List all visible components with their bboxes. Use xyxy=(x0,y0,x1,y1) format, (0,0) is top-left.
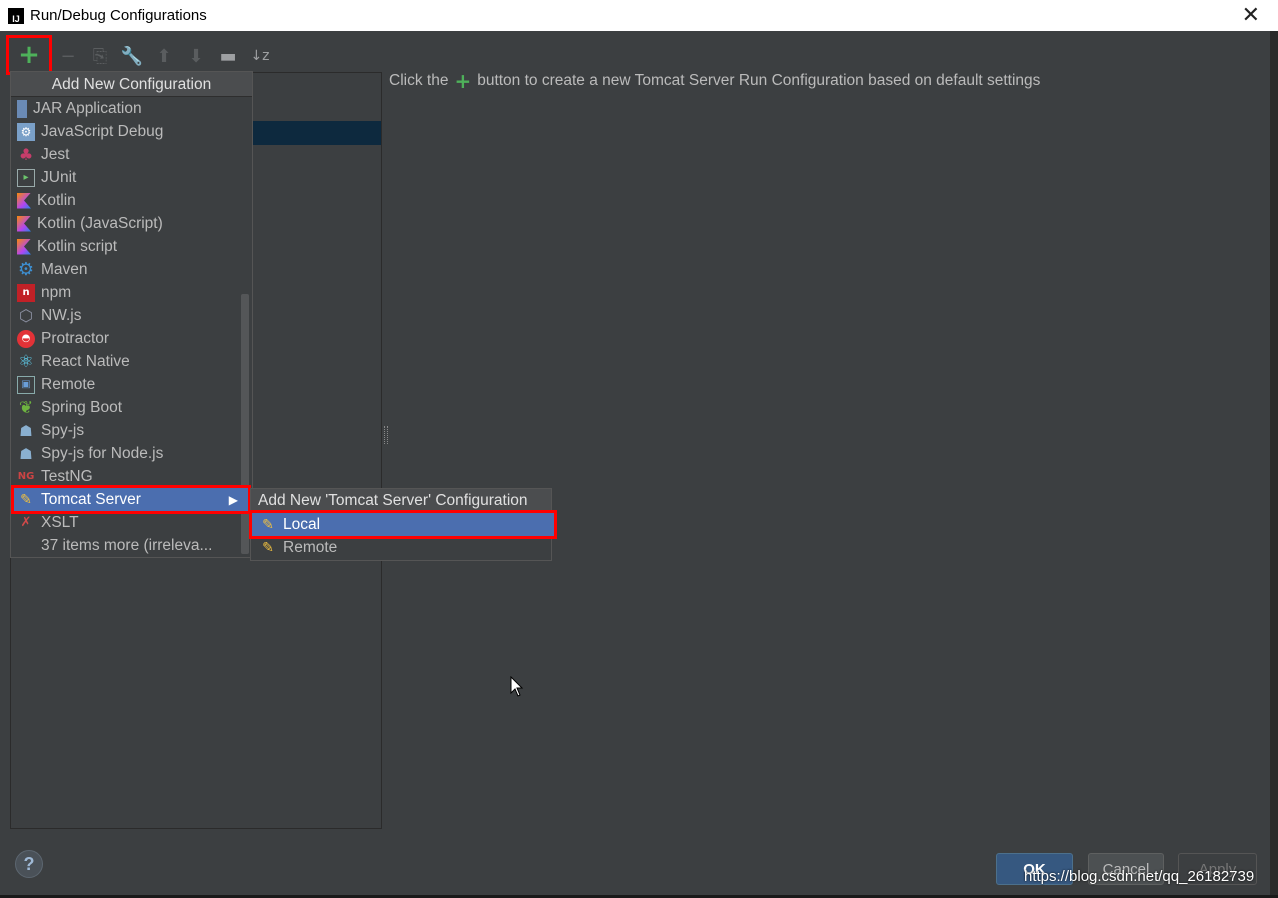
tomcat-icon: ✎ xyxy=(20,491,32,508)
submenu-arrow-icon: ▶ xyxy=(228,492,238,507)
menu-item-npm[interactable]: n npm xyxy=(11,281,252,304)
xslt-icon: ✗ xyxy=(20,515,32,530)
menu-item-jar-application[interactable]: JAR Application xyxy=(11,97,252,120)
spring-boot-icon: ❦ xyxy=(18,397,34,418)
move-down-button[interactable]: ⬇ xyxy=(180,40,212,72)
spyjs-icon: ☗ xyxy=(19,421,33,440)
react-icon: ⚛ xyxy=(18,351,34,372)
intellij-app-icon: IJ xyxy=(6,5,26,26)
window-title: Run/Debug Configurations xyxy=(30,7,207,24)
menu-item-junit[interactable]: ▸ JUnit xyxy=(11,166,252,189)
hint-after: button to create a new Tomcat Server Run… xyxy=(477,72,1041,89)
add-configuration-popup: Add New Configuration JAR Application ⚙ … xyxy=(10,71,253,558)
menu-item-tomcat-server[interactable]: ✎ Tomcat Server ▶ xyxy=(11,485,251,514)
menu-item-xslt[interactable]: ✗ XSLT xyxy=(11,511,252,534)
submenu-header: Add New 'Tomcat Server' Configuration xyxy=(251,489,551,513)
plus-icon: + xyxy=(454,69,472,93)
maven-gear-icon: ⚙ xyxy=(17,259,35,280)
menu-item-kotlin-javascript[interactable]: Kotlin (JavaScript) xyxy=(11,212,252,235)
menu-item-more-items[interactable]: 37 items more (irreleva... xyxy=(11,534,252,557)
jest-icon: ♣ xyxy=(18,145,34,164)
jar-icon xyxy=(17,99,27,118)
junit-icon: ▸ xyxy=(17,168,35,187)
remove-configuration-button[interactable]: − xyxy=(52,40,84,72)
menu-item-jest[interactable]: ♣ Jest xyxy=(11,143,252,166)
testng-icon: NG xyxy=(17,471,35,482)
help-button[interactable]: ? xyxy=(15,850,43,878)
hint-before: Click the xyxy=(389,72,449,89)
edit-defaults-button[interactable]: 🔧 xyxy=(116,40,148,72)
mouse-cursor-icon xyxy=(510,676,524,697)
javascript-debug-icon: ⚙ xyxy=(17,122,35,141)
close-icon[interactable]: ✕ xyxy=(1242,3,1260,28)
spyjs-node-icon: ☗ xyxy=(19,444,33,463)
tomcat-icon: ✎ xyxy=(262,539,274,556)
configurations-toolbar: + − ⎘ 🔧 ⬆ ⬇ ▬ ↓z xyxy=(6,35,276,75)
menu-item-javascript-debug[interactable]: ⚙ JavaScript Debug xyxy=(11,120,252,143)
menu-item-kotlin-script[interactable]: Kotlin script xyxy=(11,235,252,258)
menu-item-maven[interactable]: ⚙ Maven xyxy=(11,258,252,281)
copy-configuration-button[interactable]: ⎘ xyxy=(84,40,116,72)
menu-item-remote[interactable]: ▣ Remote xyxy=(11,373,252,396)
move-up-button[interactable]: ⬆ xyxy=(148,40,180,72)
tomcat-server-submenu: Add New 'Tomcat Server' Configuration ✎ … xyxy=(249,488,557,561)
kotlin-icon xyxy=(17,238,31,255)
splitter-handle[interactable] xyxy=(384,426,388,444)
menu-item-testng[interactable]: NG TestNG xyxy=(11,465,252,488)
menu-item-spyjs[interactable]: ☗ Spy-js xyxy=(11,419,252,442)
tree-selected-row[interactable] xyxy=(243,121,381,145)
title-bar: IJ Run/Debug Configurations ✕ xyxy=(0,0,1278,31)
menu-item-spyjs-node[interactable]: ☗ Spy-js for Node.js xyxy=(11,442,252,465)
remote-icon: ▣ xyxy=(17,375,35,394)
menu-item-kotlin[interactable]: Kotlin xyxy=(11,189,252,212)
popup-header: Add New Configuration xyxy=(11,72,252,97)
add-configuration-button[interactable]: + xyxy=(6,35,52,75)
sort-icon[interactable]: ↓z xyxy=(244,40,276,72)
window-right-edge xyxy=(1270,31,1278,898)
watermark-text: https://blog.csdn.net/qq_26182739 xyxy=(1024,868,1255,885)
folder-icon[interactable]: ▬ xyxy=(212,40,244,72)
submenu-item-remote[interactable]: ✎ Remote xyxy=(251,536,551,559)
kotlin-icon xyxy=(17,215,31,232)
kotlin-icon xyxy=(17,192,31,209)
menu-item-nwjs[interactable]: ⬡ NW.js xyxy=(11,304,252,327)
menu-item-react-native[interactable]: ⚛ React Native xyxy=(11,350,252,373)
nwjs-icon: ⬡ xyxy=(19,306,33,325)
blank-icon xyxy=(17,537,35,555)
hint-text: Click the + button to create a new Tomca… xyxy=(389,71,1040,91)
menu-item-spring-boot[interactable]: ❦ Spring Boot xyxy=(11,396,252,419)
menu-item-protractor[interactable]: ◓ Protractor xyxy=(11,327,252,350)
protractor-icon: ◓ xyxy=(17,329,35,348)
npm-icon: n xyxy=(17,283,35,302)
submenu-item-local[interactable]: ✎ Local xyxy=(249,510,557,539)
tomcat-icon: ✎ xyxy=(262,516,274,533)
